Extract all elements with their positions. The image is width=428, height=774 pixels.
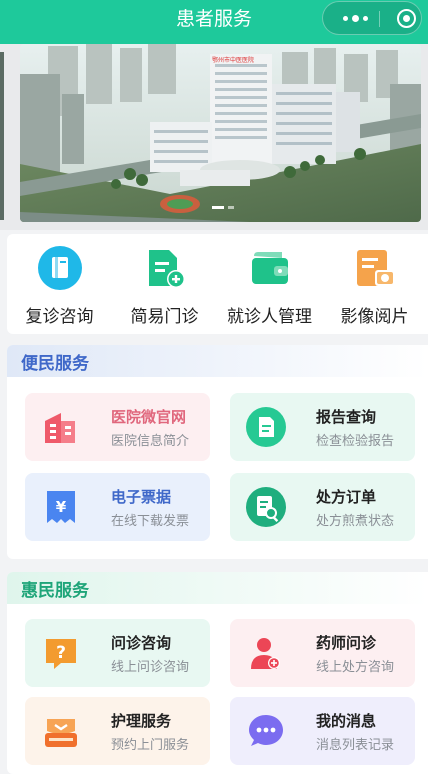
nursing-icon — [41, 711, 81, 751]
card-my-messages[interactable]: 我的消息 消息列表记录 — [230, 697, 415, 765]
card-nursing-service[interactable]: 护理服务 预约上门服务 — [25, 697, 210, 765]
building-icon — [41, 407, 81, 447]
capsule-divider — [379, 11, 380, 27]
card-title: 报告查询 — [316, 408, 377, 426]
banner-indicator — [212, 206, 234, 209]
card-subtitle: 预约上门服务 — [111, 738, 190, 753]
hospital-sign: 鄂州市中医医院 — [212, 56, 254, 64]
card-e-receipt[interactable]: ¥ 电子票据 在线下载发票 — [25, 473, 210, 541]
card-title: 问诊咨询 — [111, 634, 172, 652]
card-subtitle: 线上处方咨询 — [316, 660, 395, 675]
card-online-consult[interactable]: ? 问诊咨询 线上问诊咨询 — [25, 619, 210, 687]
card-subtitle: 处方煎煮状态 — [316, 514, 395, 529]
card-pharmacist-consult[interactable]: 药师问诊 线上处方咨询 — [230, 619, 415, 687]
banner-carousel[interactable]: 鄂州市中医医院 — [0, 44, 428, 230]
wallet-icon — [248, 246, 292, 290]
question-chat-icon: ? — [41, 633, 81, 673]
image-camera-icon — [353, 246, 397, 290]
mini-program-capsule — [322, 1, 422, 35]
card-subtitle: 线上问诊咨询 — [111, 660, 190, 675]
benefit-section: 惠民服务 ? 问诊咨询 线上问诊咨询 药师问诊 线上处方咨询 护理服务 预约上门… — [7, 572, 428, 774]
section-title: 便民服务 — [21, 354, 89, 374]
convenience-section: 便民服务 医院微官网 医院信息简介 报告查询 检查检验报告 ¥ 电子票据 在线下… — [7, 345, 428, 559]
quick-menu: 复诊咨询 简易门诊 就诊人管理 影像阅片 — [7, 234, 428, 334]
card-title: 护理服务 — [111, 712, 172, 730]
card-subtitle: 在线下载发票 — [111, 514, 190, 529]
report-icon — [246, 407, 286, 447]
card-title: 医院微官网 — [111, 408, 187, 426]
quick-label: 影像阅片 — [340, 307, 409, 327]
card-subtitle: 医院信息简介 — [111, 434, 190, 449]
banner-prev-peek — [0, 52, 4, 220]
top-bar: 患者服务 — [0, 0, 428, 44]
card-title: 电子票据 — [111, 488, 172, 506]
yuan-receipt-icon: ¥ — [41, 487, 81, 527]
quick-label: 简易门诊 — [130, 307, 199, 327]
book-icon — [37, 246, 82, 290]
quick-label: 复诊咨询 — [25, 307, 94, 327]
card-prescription-order[interactable]: 处方订单 处方煎煮状态 — [230, 473, 415, 541]
document-add-icon — [143, 246, 187, 290]
card-subtitle: 检查检验报告 — [316, 434, 395, 449]
card-title: 处方订单 — [316, 488, 377, 506]
quick-simple-clinic[interactable]: 简易门诊 — [112, 234, 217, 334]
card-report-query[interactable]: 报告查询 检查检验报告 — [230, 393, 415, 461]
pharmacist-icon — [246, 633, 286, 673]
message-icon — [246, 711, 286, 751]
section-title: 惠民服务 — [21, 581, 89, 601]
svg-text:¥: ¥ — [56, 498, 67, 516]
card-hospital-website[interactable]: 医院微官网 医院信息简介 — [25, 393, 210, 461]
quick-label: 就诊人管理 — [227, 307, 312, 327]
card-title: 药师问诊 — [316, 634, 377, 652]
quick-image-review[interactable]: 影像阅片 — [322, 234, 427, 334]
prescription-search-icon — [246, 487, 286, 527]
quick-patient-manage[interactable]: 就诊人管理 — [217, 234, 322, 334]
card-subtitle: 消息列表记录 — [316, 738, 395, 753]
banner-image[interactable]: 鄂州市中医医院 — [20, 44, 421, 222]
svg-text:?: ? — [56, 643, 66, 663]
card-title: 我的消息 — [316, 712, 377, 730]
more-dots-icon[interactable] — [335, 2, 375, 34]
quick-followup-consult[interactable]: 复诊咨询 — [7, 234, 112, 334]
close-target-icon[interactable] — [397, 9, 416, 28]
